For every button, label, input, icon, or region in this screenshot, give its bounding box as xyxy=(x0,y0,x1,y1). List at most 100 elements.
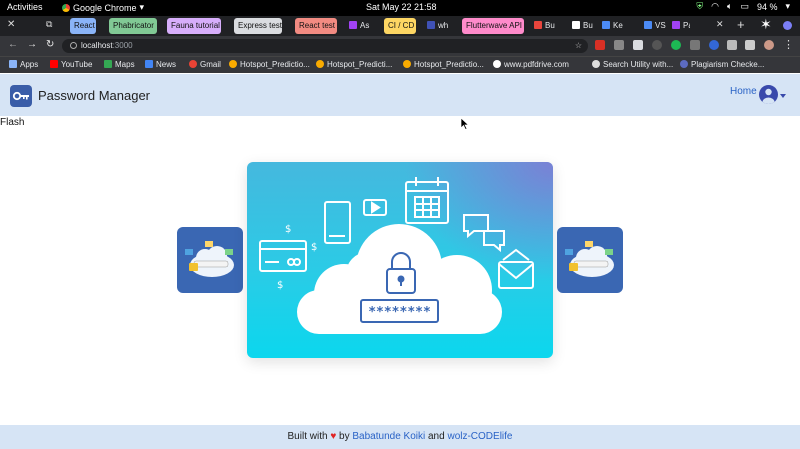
tab-7[interactable]: wh xyxy=(423,18,453,34)
chevron-down-icon[interactable] xyxy=(780,94,786,98)
cloud-lock-thumbnail-left[interactable] xyxy=(177,227,243,293)
profile-dot-icon[interactable] xyxy=(783,21,792,30)
extension-icon[interactable] xyxy=(690,40,700,50)
favicon-icon xyxy=(672,21,680,29)
back-button[interactable]: ← xyxy=(8,39,18,50)
app-name: Google Chrome xyxy=(73,2,137,13)
extension-icon[interactable] xyxy=(633,40,643,50)
cloud-lock-thumbnail-right[interactable] xyxy=(557,227,623,293)
tab-10[interactable]: Bu xyxy=(568,18,598,34)
bookmark-item[interactable]: www.pdfdrive.com xyxy=(493,60,569,69)
reload-button[interactable]: ↻ xyxy=(46,39,54,50)
tab-6[interactable]: CI / CD xyxy=(384,18,416,34)
new-tab-button[interactable]: + xyxy=(737,17,745,32)
bookmark-item[interactable]: Hotspot_Predicti... xyxy=(316,60,392,69)
tab-label: Bu xyxy=(583,21,593,30)
activities-button[interactable]: Activities xyxy=(7,2,43,12)
bookmark-item[interactable]: Hotspot_Predictio... xyxy=(403,60,484,69)
footer: Built with ♥ by Babatunde Koiki and wolz… xyxy=(0,425,800,449)
tab-4[interactable]: React test xyxy=(295,18,337,34)
tab-5[interactable]: As xyxy=(345,18,375,34)
tab-12[interactable]: VS xyxy=(640,18,666,34)
media-icon[interactable] xyxy=(745,40,755,50)
extension-icon[interactable] xyxy=(652,40,662,50)
star-icon[interactable]: ☆ xyxy=(575,39,582,53)
close-tab-icon[interactable]: ✕ xyxy=(716,19,724,30)
bookmark-item[interactable]: Plagiarism Checke... xyxy=(680,60,764,69)
bookmark-label: Plagiarism Checke... xyxy=(691,60,765,69)
battery-icon: ▭ xyxy=(740,1,749,11)
bookmark-label: Hotspot_Predictio... xyxy=(414,60,484,69)
bookmark-label: News xyxy=(156,60,177,69)
tab-label: As xyxy=(360,21,370,30)
chevron-down-icon: ▾ xyxy=(785,1,790,11)
bookmark-item[interactable]: Hotspot_Predictio... xyxy=(229,60,310,69)
bookmark-item[interactable]: Maps xyxy=(104,60,135,69)
flash-message: Flash xyxy=(0,117,25,128)
tab-search-icon[interactable]: ⧉ xyxy=(46,19,52,30)
bookmark-label: YouTube xyxy=(61,60,93,69)
extension-icon[interactable] xyxy=(671,40,681,50)
app-menu[interactable]: Google Chrome ▾ xyxy=(62,2,144,13)
system-tray[interactable]: ⛨ ◠ 🔈︎ ▭ 94 % ▾ xyxy=(696,1,790,12)
bookmark-favicon-icon xyxy=(592,60,600,68)
tab-3[interactable]: Express test xyxy=(234,18,282,34)
bookmark-label: Hotspot_Predicti... xyxy=(327,60,393,69)
tab-8[interactable]: Flutterwave API xyxy=(462,18,524,34)
tab-11[interactable]: Ke xyxy=(598,18,628,34)
favicon-icon xyxy=(602,21,610,29)
bookmark-favicon-icon xyxy=(229,60,237,68)
bookmark-favicon-icon xyxy=(104,60,112,68)
address-bar[interactable]: localhost:3000 ☆ xyxy=(62,39,588,53)
tab-label: wh xyxy=(438,21,449,30)
home-link[interactable]: Home xyxy=(730,86,757,97)
bookmark-item[interactable]: Gmail xyxy=(189,60,221,69)
bookmark-label: Apps xyxy=(20,60,39,69)
password-mask: ******** xyxy=(368,305,431,320)
brand-title[interactable]: Password Manager xyxy=(38,88,150,103)
user-avatar[interactable] xyxy=(759,85,778,104)
close-icon[interactable]: ✕ xyxy=(7,19,15,30)
volume-icon: 🔈︎ xyxy=(727,1,733,11)
bookmark-label: www.pdfdrive.com xyxy=(504,60,569,69)
tab-9[interactable]: Bu xyxy=(530,18,560,34)
kebab-menu-icon[interactable]: ⋮ xyxy=(783,38,794,51)
tab-label: CI / CD xyxy=(388,21,415,30)
extension-icon[interactable] xyxy=(709,40,719,50)
clock[interactable]: Sat May 22 21:58 xyxy=(366,2,437,12)
tab-2[interactable]: Fauna tutorial xyxy=(167,18,221,34)
tab-13[interactable]: Pa xyxy=(668,18,690,34)
bookmark-favicon-icon xyxy=(403,60,411,68)
info-icon[interactable] xyxy=(70,42,77,49)
footer-built-with: Built with xyxy=(287,431,328,442)
tab-label: Fauna tutorial xyxy=(171,21,220,30)
bookmark-favicon-icon xyxy=(189,60,197,68)
favicon-icon xyxy=(534,21,542,29)
bookmark-favicon-icon xyxy=(50,60,58,68)
author-link-2[interactable]: wolz-CODElife xyxy=(447,431,512,442)
avatar[interactable] xyxy=(764,40,774,50)
bookmark-item[interactable]: News xyxy=(145,60,176,69)
bookmark-item[interactable]: Search Utility with... xyxy=(592,60,673,69)
bookmark-item[interactable]: Apps xyxy=(9,60,38,69)
svg-text:$: $ xyxy=(311,242,317,253)
puzzle-icon[interactable] xyxy=(727,40,737,50)
svg-text:$: $ xyxy=(277,280,283,291)
bookmark-item[interactable]: YouTube xyxy=(50,60,92,69)
forward-button[interactable]: → xyxy=(27,39,37,50)
shield-extension-icon[interactable] xyxy=(614,40,624,50)
author-link-1[interactable]: Babatunde Koiki xyxy=(352,431,425,442)
bookmark-favicon-icon xyxy=(145,60,153,68)
key-icon[interactable] xyxy=(10,85,32,107)
app-navbar: Password Manager Home xyxy=(0,74,800,116)
extension-icon[interactable] xyxy=(595,40,605,50)
battery-percent: 94 % xyxy=(756,1,778,12)
shield-icon: ⛨ xyxy=(696,1,704,11)
tab-0[interactable]: React xyxy=(70,18,96,34)
mouse-cursor xyxy=(461,118,469,130)
bookmark-label: Gmail xyxy=(200,60,221,69)
tab-label: Bu xyxy=(545,21,555,30)
bookmark-label: Search Utility with... xyxy=(603,60,674,69)
favicon-icon xyxy=(349,21,357,29)
tab-1[interactable]: Phabricator xyxy=(109,18,157,34)
